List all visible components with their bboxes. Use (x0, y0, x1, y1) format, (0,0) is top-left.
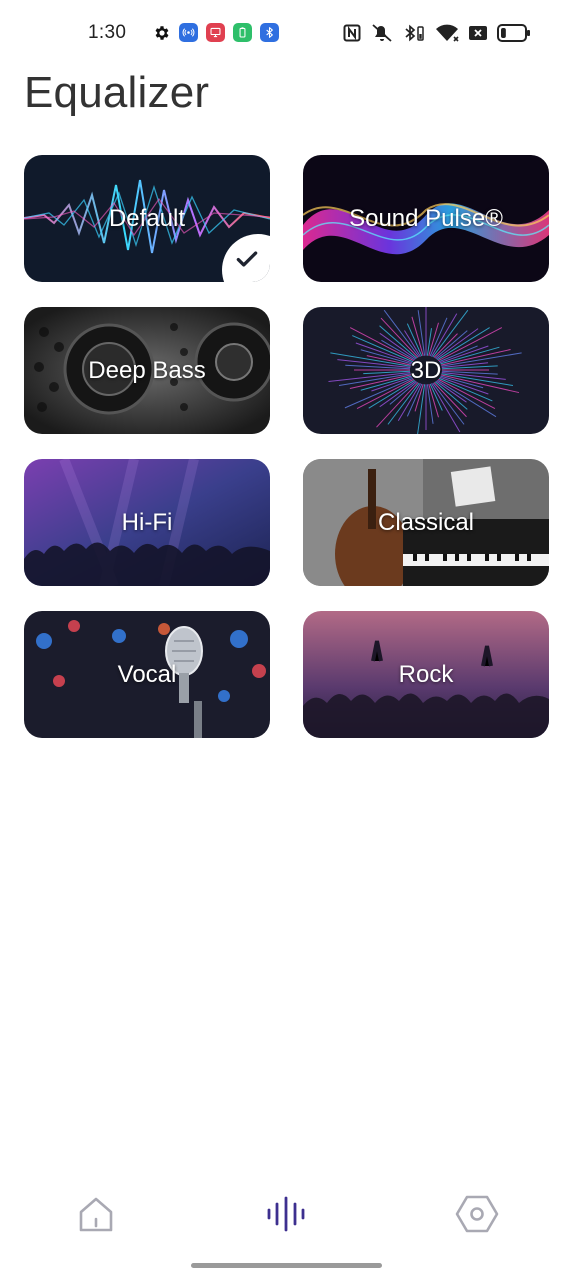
preset-label: Sound Pulse® (349, 204, 503, 232)
preset-label: Default (108, 204, 186, 232)
home-indicator[interactable] (191, 1263, 382, 1268)
settings-hex-icon (455, 1195, 499, 1233)
settings-icon (153, 24, 171, 42)
preset-card-vocal[interactable]: Vocal (24, 611, 270, 738)
battery-icon (497, 23, 531, 43)
preset-label: 3D (410, 356, 442, 384)
status-right-icons (343, 23, 531, 43)
bluetooth-app-icon (260, 23, 279, 42)
bluetooth-battery-icon (403, 23, 425, 43)
preset-card-sound-pulse[interactable]: Sound Pulse® (303, 155, 549, 282)
no-sim-icon (469, 25, 487, 41)
preset-card-rock[interactable]: Rock (303, 611, 549, 738)
bottom-nav (0, 1180, 573, 1250)
check-icon (236, 251, 258, 267)
status-time: 1:30 (88, 22, 127, 43)
preset-card-default[interactable]: Default (24, 155, 270, 282)
preset-grid: Default Sound Pulse® Deep Bass 3D Hi-Fi … (24, 155, 549, 738)
status-left-icons (153, 23, 279, 42)
battery-saver-icon (233, 23, 252, 42)
preset-card-classical[interactable]: Classical (303, 459, 549, 586)
wifi-icon (435, 23, 459, 43)
hotspot-icon (179, 23, 198, 42)
status-bar: 1:30 (0, 0, 573, 66)
nav-equalizer[interactable] (264, 1192, 308, 1236)
preset-label: Deep Bass (88, 356, 206, 384)
preset-label: Hi-Fi (121, 508, 173, 536)
screen-record-icon (206, 23, 225, 42)
nav-settings[interactable] (455, 1192, 499, 1236)
preset-card-hi-fi[interactable]: Hi-Fi (24, 459, 270, 586)
preset-label: Vocal (117, 660, 177, 688)
nav-home[interactable] (74, 1192, 118, 1236)
equalizer-icon (267, 1196, 305, 1232)
home-icon (79, 1197, 113, 1232)
preset-label: Rock (398, 660, 454, 688)
preset-card-3d[interactable]: 3D (303, 307, 549, 434)
nfc-icon (343, 24, 361, 42)
preset-label: Classical (377, 508, 475, 536)
mute-icon (371, 23, 393, 43)
preset-card-deep-bass[interactable]: Deep Bass (24, 307, 270, 434)
page-title: Equalizer (24, 68, 210, 117)
